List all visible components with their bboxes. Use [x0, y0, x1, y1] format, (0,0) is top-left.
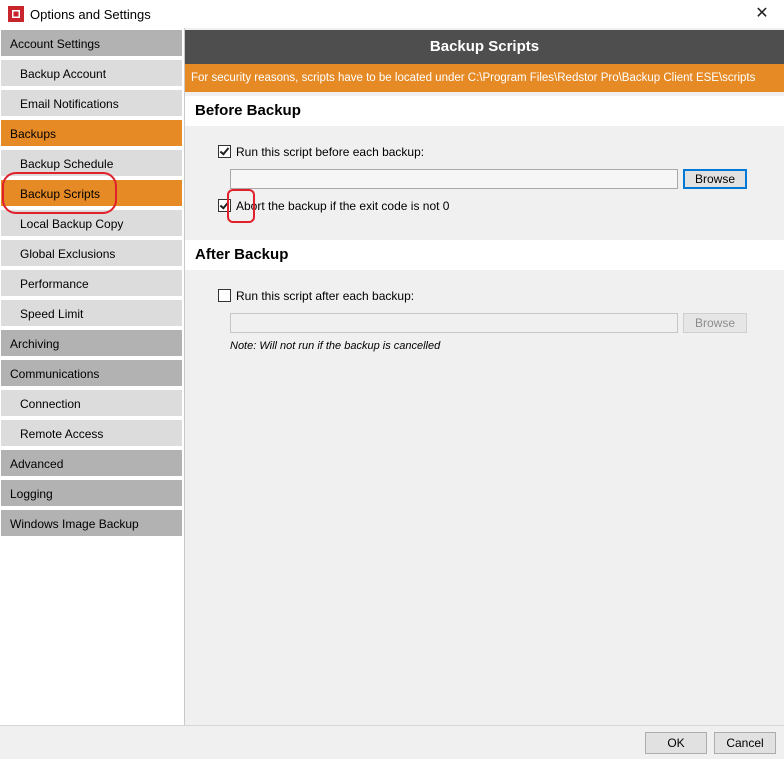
sidebar-item-connection[interactable]: Connection [1, 390, 182, 418]
after-backup-note: Note: Will not run if the backup is canc… [230, 340, 441, 352]
sidebar-item-communications[interactable]: Communications [1, 360, 182, 388]
main-panel: Backup Scripts For security reasons, scr… [185, 28, 784, 725]
security-notice: For security reasons, scripts have to be… [185, 64, 784, 92]
run-after-row: Run this script after each backup: [218, 288, 414, 304]
run-after-label: Run this script after each backup: [236, 289, 415, 303]
ok-button[interactable]: OK [645, 732, 707, 754]
sidebar-item-windows-image-backup[interactable]: Windows Image Backup [1, 510, 182, 538]
run-before-label: Run this script before each backup: [236, 145, 425, 159]
sidebar-item-backup-schedule[interactable]: Backup Schedule [1, 150, 182, 178]
run-before-row: Run this script before each backup: [218, 144, 424, 160]
run-after-checkbox[interactable] [218, 289, 231, 302]
abort-label: Abort the backup if the exit code is not… [236, 199, 450, 213]
after-script-path-input[interactable] [230, 313, 678, 333]
sidebar-item-advanced[interactable]: Advanced [1, 450, 182, 478]
sidebar-item-backup-scripts[interactable]: Backup Scripts [1, 180, 182, 208]
sidebar-nav: Account Settings Backup Account Email No… [0, 28, 185, 725]
after-backup-heading: After Backup [185, 240, 784, 270]
close-icon[interactable]: ✕ [750, 3, 774, 25]
sidebar-item-speed-limit[interactable]: Speed Limit [1, 300, 182, 328]
sidebar-item-performance[interactable]: Performance [1, 270, 182, 298]
sidebar-item-local-backup-copy[interactable]: Local Backup Copy [1, 210, 182, 238]
after-browse-button[interactable]: Browse [683, 313, 747, 333]
sidebar-item-email-notifications[interactable]: Email Notifications [1, 90, 182, 118]
sidebar-item-remote-access[interactable]: Remote Access [1, 420, 182, 448]
window-title: Options and Settings [30, 7, 151, 22]
page-title: Backup Scripts [185, 30, 784, 64]
before-backup-heading: Before Backup [185, 96, 784, 126]
sidebar-item-backups[interactable]: Backups [1, 120, 182, 148]
app-logo-icon [8, 6, 24, 22]
before-browse-button[interactable]: Browse [683, 169, 747, 189]
dialog-footer: OK Cancel [0, 725, 784, 759]
sidebar-item-logging[interactable]: Logging [1, 480, 182, 508]
abort-row: Abort the backup if the exit code is not… [218, 198, 449, 214]
sidebar-item-global-exclusions[interactable]: Global Exclusions [1, 240, 182, 268]
title-bar: Options and Settings ✕ [0, 0, 784, 28]
sidebar-item-account-settings[interactable]: Account Settings [1, 30, 182, 58]
sidebar-item-backup-account[interactable]: Backup Account [1, 60, 182, 88]
sidebar-item-archiving[interactable]: Archiving [1, 330, 182, 358]
cancel-button[interactable]: Cancel [714, 732, 776, 754]
abort-checkbox[interactable] [218, 199, 231, 212]
run-before-checkbox[interactable] [218, 145, 231, 158]
before-script-path-input[interactable] [230, 169, 678, 189]
